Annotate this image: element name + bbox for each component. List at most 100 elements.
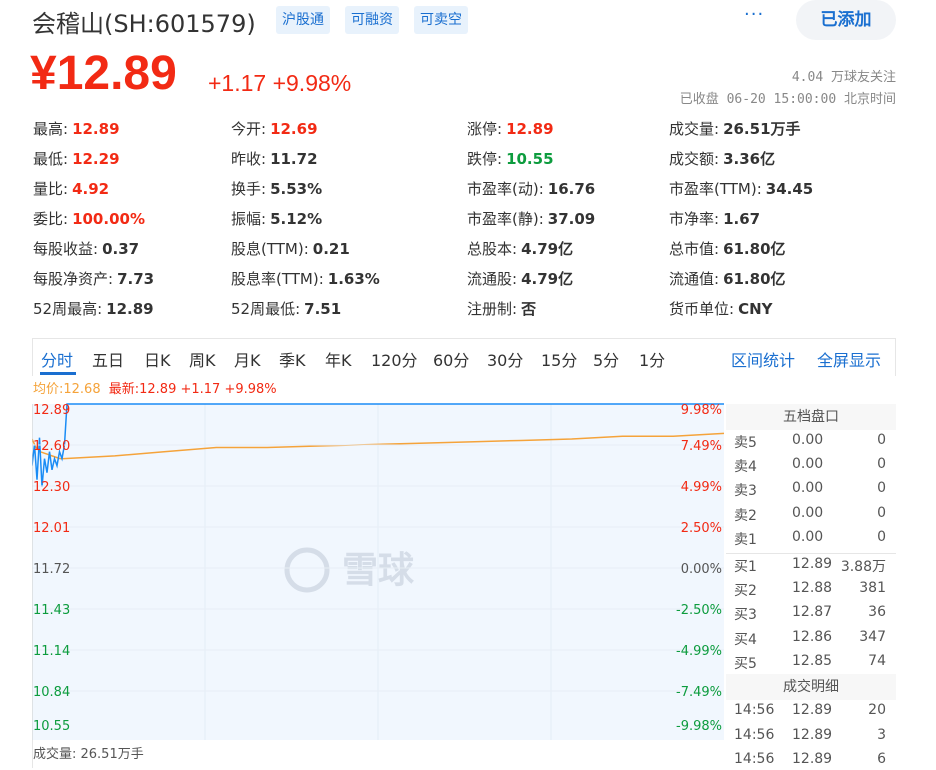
price-tick: 10.84 (33, 685, 70, 700)
tab-11[interactable]: 5分 (593, 347, 619, 371)
tab-8[interactable]: 60分 (433, 347, 469, 371)
ob-price: 0.00 (792, 504, 824, 521)
stat-value: 26.51万手 (723, 120, 801, 138)
orderbook-title: 五档盘口 (726, 404, 896, 430)
intraday-chart[interactable]: 雪球 12.89 9.98% 12.60 7.49% 12.30 4.99% 12.01 2.5… (32, 400, 726, 770)
stat-item: 换手: 5.53% (231, 178, 322, 199)
stat-value: 5.53% (270, 180, 323, 198)
stat-item: 流通值: 61.80亿 (669, 268, 786, 289)
fullscreen-button[interactable]: 全屏显示 (817, 347, 881, 371)
stat-label: 振幅: (231, 210, 267, 228)
stat-value: 16.76 (547, 180, 596, 198)
ob-label: 买2 (734, 583, 757, 600)
stat-item: 今开: 12.69 (231, 118, 318, 139)
stat-label: 市盈率(动): (467, 180, 544, 198)
stat-label: 委比: (33, 210, 69, 228)
tag-hk-connect[interactable]: 沪股通 (276, 6, 330, 34)
tab-3[interactable]: 周K (189, 347, 216, 371)
stat-label: 涨停: (467, 120, 503, 138)
stat-value: CNY (738, 300, 773, 318)
stat-label: 流通股: (467, 270, 518, 288)
stat-item: 振幅: 5.12% (231, 208, 322, 229)
stat-value: 4.79亿 (521, 270, 574, 288)
ob-label: 卖1 (734, 531, 757, 548)
tab-9[interactable]: 30分 (487, 347, 523, 371)
stat-label: 总市值: (669, 240, 720, 258)
pct-tick: -2.50% (676, 603, 722, 618)
interval-stats-button[interactable]: 区间统计 (731, 347, 795, 371)
tab-6[interactable]: 年K (325, 347, 352, 371)
pct-tick: 2.50% (681, 521, 722, 536)
tab-1[interactable]: 五日 (92, 347, 124, 371)
stat-value: 37.09 (547, 210, 596, 228)
stat-label: 总股本: (467, 240, 518, 258)
price-tick: 12.01 (33, 521, 70, 536)
stat-label: 换手: (231, 180, 267, 198)
tab-4[interactable]: 月K (234, 347, 261, 371)
stat-label: 今开: (231, 120, 267, 138)
ob-label: 卖5 (734, 435, 757, 451)
ob-label: 14:56 (734, 726, 775, 743)
stat-label: 最高: (33, 120, 69, 138)
active-tab-indicator (40, 372, 76, 375)
ob-label: 买4 (734, 631, 757, 648)
stat-item: 每股收益: 0.37 (33, 238, 139, 259)
chart-legend: 均价:12.68 最新:12.89 +1.17 +9.98% (33, 378, 277, 397)
ob-divider (726, 553, 896, 554)
market-status: 已收盘 06-20 15:00:00 北京时间 (679, 92, 896, 107)
tab-5[interactable]: 季K (279, 347, 306, 371)
pct-tick: 9.98% (681, 403, 722, 418)
ob-label: 买1 (734, 559, 757, 575)
stat-value: 7.73 (117, 270, 155, 288)
stat-value: 61.80亿 (723, 240, 786, 258)
pct-tick: 4.99% (681, 480, 722, 495)
stat-value: 12.89 (506, 120, 554, 138)
stat-label: 股息率(TTM): (231, 270, 324, 288)
ob-volume: 0 (877, 504, 886, 521)
more-icon[interactable]: ··· (744, 4, 764, 25)
tab-2[interactable]: 日K (144, 347, 171, 371)
tab-7[interactable]: 120分 (371, 347, 418, 371)
tab-10[interactable]: 15分 (541, 347, 577, 371)
stat-value: 1.67 (723, 210, 761, 228)
stat-item: 跌停: 10.55 (467, 148, 554, 169)
ob-price: 12.89 (792, 702, 833, 718)
tab-12[interactable]: 1分 (639, 347, 665, 371)
stat-value: 4.79亿 (521, 240, 574, 258)
price-change: +1.17 +9.98% (208, 70, 352, 96)
stat-label: 最低: (33, 150, 69, 168)
stat-label: 成交额: (669, 150, 720, 168)
ob-price: 12.86 (792, 628, 833, 645)
ob-label: 14:56 (734, 751, 775, 767)
tab-0[interactable]: 分时 (41, 347, 73, 371)
ob-volume: 3.88万 (840, 559, 886, 575)
stat-item: 涨停: 12.89 (467, 118, 554, 139)
stat-value: 否 (521, 300, 537, 318)
ob-price: 0.00 (792, 528, 824, 545)
chart-tabs: 分时 五日 日K 周K 月K 季K 年K 120分 60分 30分 15分 5分 1分 区间统计 全屏显示 (32, 338, 896, 376)
stat-item: 成交额: 3.36亿 (669, 148, 775, 169)
price-tick: 11.72 (33, 562, 70, 577)
current-price: ¥12.89 (30, 47, 177, 100)
pct-tick: 7.49% (681, 439, 722, 454)
trades-title: 成交明细 (726, 674, 896, 700)
stat-item: 市盈率(TTM): 34.45 (669, 178, 813, 199)
ob-volume: 36 (868, 604, 886, 621)
stat-item: 货币单位: CNY (669, 298, 773, 319)
ob-price: 12.88 (792, 580, 833, 597)
ob-price: 0.00 (792, 432, 824, 448)
ob-volume: 74 (868, 652, 886, 669)
stat-item: 注册制: 否 (467, 298, 536, 319)
pct-tick: 0.00% (681, 562, 722, 577)
stat-value: 0.21 (312, 240, 350, 258)
stat-label: 市盈率(TTM): (669, 180, 762, 198)
tag-short[interactable]: 可卖空 (414, 6, 468, 34)
stat-label: 流通值: (669, 270, 720, 288)
stat-item: 委比: 100.00% (33, 208, 145, 229)
added-button[interactable]: 已添加 (796, 0, 896, 40)
ob-price: 12.85 (792, 652, 833, 669)
price-tick: 12.89 (33, 403, 70, 418)
stat-value: 12.69 (270, 120, 318, 138)
tag-margin[interactable]: 可融资 (345, 6, 399, 34)
ob-label: 14:56 (734, 702, 775, 718)
